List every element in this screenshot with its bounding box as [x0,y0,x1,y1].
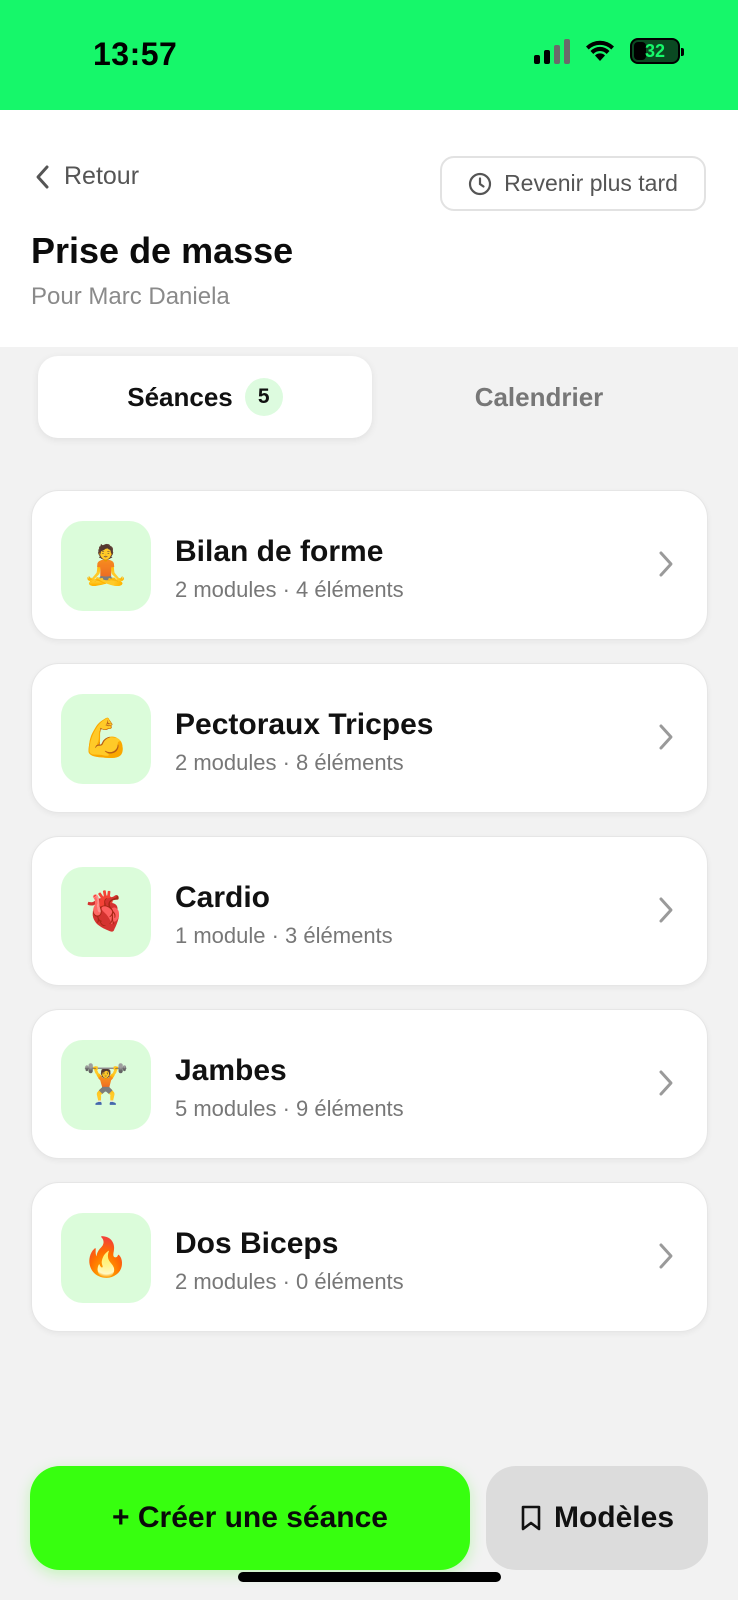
anatomical-heart-icon: 🫀 [61,867,151,957]
create-session-button[interactable]: + Créer une séance [30,1466,470,1570]
tab-sessions-label: Séances [127,381,233,412]
page-header: Retour Revenir plus tard Prise de masse … [0,110,738,347]
session-meta: 2 modules · 4 éléments [175,577,404,602]
tab-calendar[interactable]: Calendrier [372,356,706,438]
tab-bar: Séances 5 Calendrier [38,356,706,438]
chevron-left-icon [36,165,49,188]
session-name: Jambes [175,1054,287,1087]
chevron-right-icon [659,551,673,577]
meditation-icon: 🧘 [61,521,151,611]
fire-icon: 🔥 [61,1213,151,1303]
session-meta: 1 module · 3 éléments [175,923,393,948]
session-card-pectoraux-tricpes[interactable]: 💪 Pectoraux Tricpes 2 modules · 8 élémen… [31,663,708,813]
clock-icon [468,172,492,195]
home-indicator [238,1572,501,1582]
weightlifter-icon: 🏋️ [61,1040,151,1130]
session-name: Cardio [175,881,271,914]
session-card-bilan-de-forme[interactable]: 🧘 Bilan de forme 2 modules · 4 éléments [31,490,708,640]
chevron-right-icon [659,724,673,750]
chevron-right-icon [659,1070,673,1096]
back-button[interactable]: Retour [34,162,139,191]
session-meta: 2 modules · 0 éléments [175,1269,404,1294]
battery-icon: 32 [630,38,684,64]
status-bar: 13:57 32 [0,0,738,110]
tab-sessions[interactable]: Séances 5 [38,356,372,438]
page-subtitle: Pour Marc Daniela [31,283,230,310]
session-name: Bilan de forme [175,535,384,568]
session-meta: 2 modules · 8 éléments [175,750,404,775]
battery-level: 32 [644,40,666,61]
wifi-icon [586,40,614,61]
status-time: 13:57 [93,36,178,72]
back-label: Retour [64,162,140,190]
chevron-right-icon [659,897,673,923]
session-card-dos-biceps[interactable]: 🔥 Dos Biceps 2 modules · 0 éléments [31,1182,708,1332]
cellular-signal-icon [534,38,570,64]
flexed-bicep-icon: 💪 [61,694,151,784]
session-meta: 5 modules · 9 éléments [175,1096,404,1121]
tab-calendar-label: Calendrier [474,381,604,412]
status-icons: 32 [534,38,684,64]
page-title: Prise de masse [31,230,294,271]
session-list: 🧘 Bilan de forme 2 modules · 4 éléments … [31,490,708,1355]
later-label: Revenir plus tard [504,170,678,196]
later-button[interactable]: Revenir plus tard [440,156,706,211]
templates-button[interactable]: Modèles [486,1466,708,1570]
chevron-right-icon [659,1243,673,1269]
tab-sessions-count-badge: 5 [244,378,283,416]
session-card-jambes[interactable]: 🏋️ Jambes 5 modules · 9 éléments [31,1009,708,1159]
session-name: Pectoraux Tricpes [175,708,434,741]
session-card-cardio[interactable]: 🫀 Cardio 1 module · 3 éléments [31,836,708,986]
session-name: Dos Biceps [175,1227,339,1260]
bookmark-icon [521,1505,541,1531]
templates-label: Modèles [553,1501,675,1534]
